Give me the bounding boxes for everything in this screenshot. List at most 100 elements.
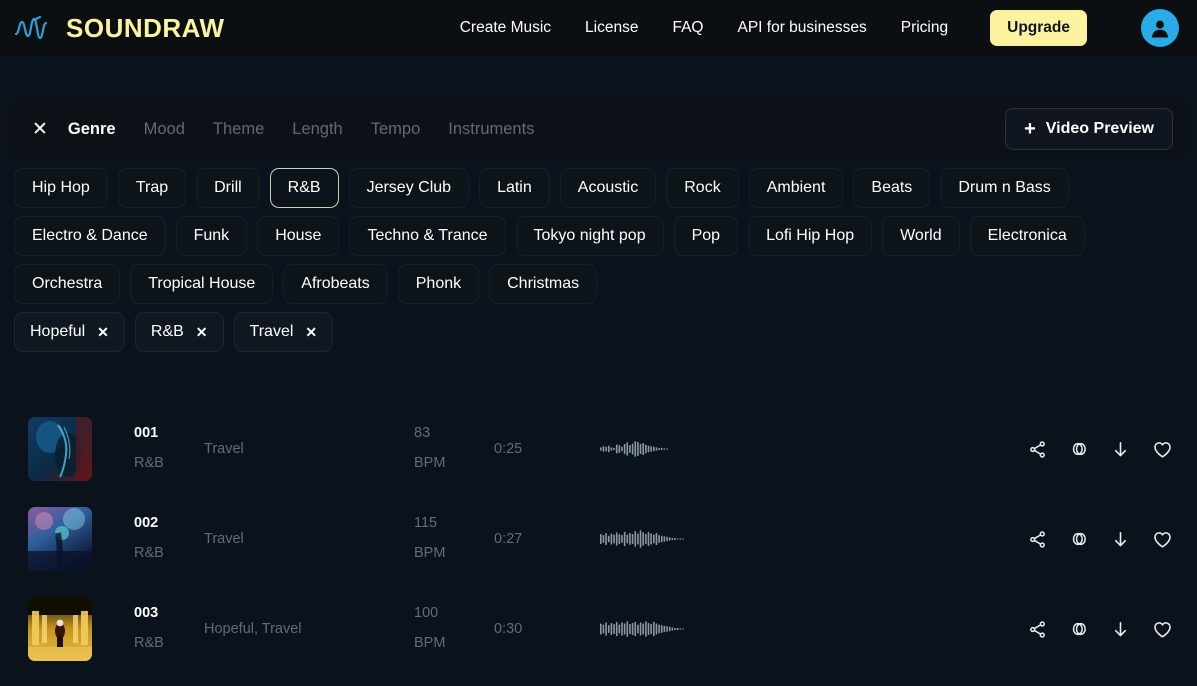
genre-chip-drum-n-bass[interactable]: Drum n Bass [940,168,1068,208]
tab-mood[interactable]: Mood [144,120,185,139]
tab-instruments[interactable]: Instruments [448,120,534,139]
nav-faq[interactable]: FAQ [672,19,703,37]
nav-create-music[interactable]: Create Music [460,19,551,37]
tab-tempo[interactable]: Tempo [371,120,421,139]
selected-tag-hopeful[interactable]: Hopeful ✕ [14,312,125,352]
brand-logo[interactable]: SOUNDRAW [14,14,225,42]
favorite-heart-icon[interactable] [1152,529,1173,550]
remove-tag-icon[interactable]: ✕ [97,325,109,339]
genre-chip-house[interactable]: House [257,216,339,256]
selected-tag-label: Hopeful [30,323,85,341]
remove-tag-icon[interactable]: ✕ [305,325,317,339]
track-row[interactable]: 001 R&B Travel 83 BPM 0:25 [0,404,1197,494]
remove-tag-icon[interactable]: ✕ [196,325,208,339]
genre-chip-world[interactable]: World [882,216,960,256]
favorite-heart-icon[interactable] [1152,619,1173,640]
selected-tag-label: R&B [151,323,184,341]
track-duration: 0:30 [494,621,594,637]
tab-genre[interactable]: Genre [68,120,116,139]
genre-chip-pop[interactable]: Pop [674,216,738,256]
genre-chip-tropical-house[interactable]: Tropical House [130,264,273,304]
track-artwork[interactable] [28,417,92,481]
user-avatar-icon [1148,16,1172,40]
user-avatar[interactable] [1141,9,1179,47]
track-row[interactable]: 004 R&B Travel 165 BPM 0:31 [0,674,1197,686]
track-waveform[interactable] [594,519,1028,559]
genre-chip-rows: Hip HopTrapDrillR&BJersey ClubLatinAcous… [0,164,1197,356]
genre-chip-trap[interactable]: Trap [118,168,186,208]
track-bpm-unit: BPM [414,546,494,562]
share-icon[interactable] [1028,440,1047,459]
track-bpm-value: 83 [414,426,494,442]
genre-chip-beats[interactable]: Beats [853,168,930,208]
track-number-block: 001 R&B [134,426,204,472]
genre-chip-rock[interactable]: Rock [666,168,738,208]
track-artwork[interactable] [28,507,92,571]
selected-tag-travel[interactable]: Travel ✕ [234,312,334,352]
favorite-heart-icon[interactable] [1152,439,1173,460]
similar-tracks-icon[interactable] [1069,619,1089,639]
genre-chip-phonk[interactable]: Phonk [398,264,479,304]
nav-api-for-businesses[interactable]: API for businesses [738,19,867,37]
track-number: 002 [134,516,204,532]
track-actions [1028,439,1179,460]
track-waveform[interactable] [594,429,1028,469]
page-body: ✕ Genre Mood Theme Length Tempo Instrume… [0,56,1197,686]
track-mood: Hopeful, Travel [204,621,414,637]
genre-chip-orchestra[interactable]: Orchestra [14,264,120,304]
selected-tag-r-b[interactable]: R&B ✕ [135,312,224,352]
track-genre: R&B [134,546,204,562]
genre-chip-acoustic[interactable]: Acoustic [560,168,656,208]
track-number: 001 [134,426,204,442]
main-nav: Create Music License FAQ API for busines… [460,9,1179,47]
genre-chip-afrobeats[interactable]: Afrobeats [283,264,387,304]
genre-chip-tokyo-night-pop[interactable]: Tokyo night pop [516,216,664,256]
thumb-001 [28,417,92,481]
genre-chip-lofi-hip-hop[interactable]: Lofi Hip Hop [748,216,872,256]
track-artwork[interactable] [28,597,92,661]
share-icon[interactable] [1028,530,1047,549]
genre-chip-electro-dance[interactable]: Electro & Dance [14,216,166,256]
download-icon[interactable] [1111,530,1130,549]
brand-name: SOUNDRAW [66,15,225,41]
close-icon[interactable]: ✕ [32,120,48,139]
video-preview-button[interactable]: + Video Preview [1005,108,1173,150]
genre-chip-funk[interactable]: Funk [176,216,248,256]
track-actions [1028,529,1179,550]
track-row[interactable]: 003 R&B Hopeful, Travel 100 BPM 0:30 [0,584,1197,674]
nav-pricing[interactable]: Pricing [901,19,948,37]
track-duration: 0:25 [494,441,594,457]
track-list: 001 R&B Travel 83 BPM 0:25 002 R&B Trave… [0,404,1197,686]
track-bpm: 115 BPM [414,516,494,562]
upgrade-button[interactable]: Upgrade [990,10,1087,46]
genre-chip-row-3: OrchestraTropical HouseAfrobeats PhonkChr… [0,260,1197,308]
similar-tracks-icon[interactable] [1069,439,1089,459]
tab-theme[interactable]: Theme [213,120,264,139]
track-bpm-unit: BPM [414,636,494,652]
genre-chip-drill[interactable]: Drill [196,168,260,208]
genre-chip-electronica[interactable]: Electronica [970,216,1085,256]
genre-chip-ambient[interactable]: Ambient [749,168,844,208]
genre-chip-christmas[interactable]: Christmas [489,264,597,304]
track-number: 003 [134,606,204,622]
track-mood: Travel [204,441,414,457]
track-bpm-unit: BPM [414,456,494,472]
genre-chip-r-b[interactable]: R&B [270,168,339,208]
selected-tags-row: Hopeful ✕ R&B ✕ Travel ✕ [0,308,1197,356]
tab-length[interactable]: Length [292,120,342,139]
genre-chip-row-1: Hip HopTrapDrillR&BJersey ClubLatinAcous… [0,164,1197,212]
genre-chip-techno-trance[interactable]: Techno & Trance [349,216,505,256]
track-number-block: 003 R&B [134,606,204,652]
genre-chip-jersey-club[interactable]: Jersey Club [349,168,469,208]
share-icon[interactable] [1028,620,1047,639]
genre-chip-hip-hop[interactable]: Hip Hop [14,168,108,208]
download-icon[interactable] [1111,620,1130,639]
track-waveform[interactable] [594,609,1028,649]
similar-tracks-icon[interactable] [1069,529,1089,549]
track-bpm-value: 115 [414,516,494,532]
selected-tag-label: Travel [250,323,294,341]
nav-license[interactable]: License [585,19,638,37]
download-icon[interactable] [1111,440,1130,459]
genre-chip-latin[interactable]: Latin [479,168,550,208]
track-row[interactable]: 002 R&B Travel 115 BPM 0:27 [0,494,1197,584]
